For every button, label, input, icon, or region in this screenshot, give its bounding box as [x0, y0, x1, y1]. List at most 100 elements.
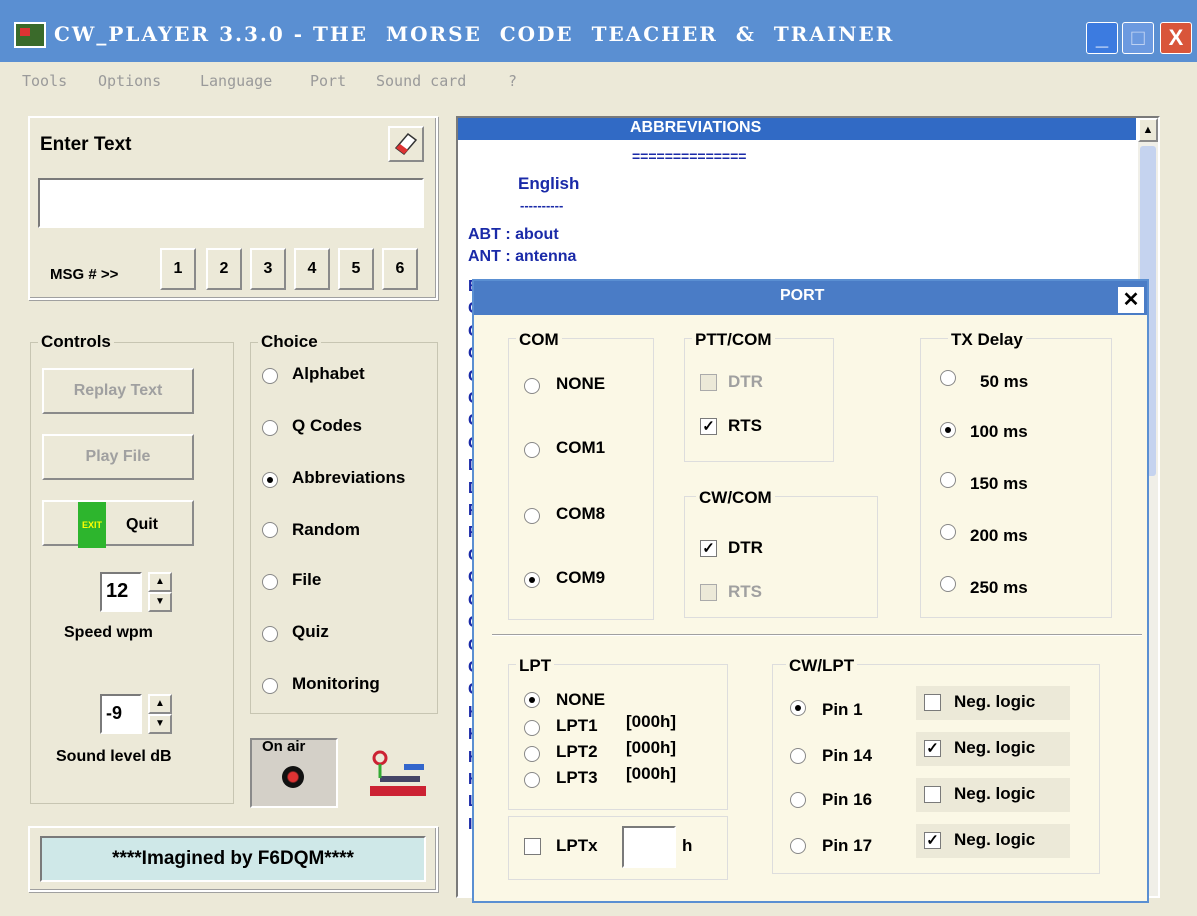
com-com8-radio[interactable] [524, 508, 540, 524]
com-none-radio[interactable] [524, 378, 540, 394]
menu-sound-card[interactable]: Sound card [376, 72, 466, 90]
choice-file-radio[interactable] [262, 574, 278, 590]
menu-language[interactable]: Language [200, 72, 272, 90]
txdelay-200-label[interactable]: 200 ms [970, 526, 1028, 546]
lpt-none-radio[interactable] [524, 692, 540, 708]
lptx-address-input[interactable] [622, 826, 676, 868]
lpt2-radio[interactable] [524, 746, 540, 762]
pin17-radio[interactable] [790, 838, 806, 854]
choice-quiz-radio[interactable] [262, 626, 278, 642]
choice-alphabet-label[interactable]: Alphabet [292, 364, 365, 384]
ptt-rts-checkbox[interactable]: ✓ [700, 418, 717, 435]
cw-rts-checkbox[interactable] [700, 584, 717, 601]
scroll-up-button[interactable]: ▲ [1138, 118, 1158, 142]
pin14-radio[interactable] [790, 748, 806, 764]
msg-button-4[interactable]: 4 [294, 248, 330, 290]
com-com1-radio[interactable] [524, 442, 540, 458]
lptx-label[interactable]: LPTx [556, 836, 598, 856]
choice-monitoring-radio[interactable] [262, 678, 278, 694]
neg-logic-3-label[interactable]: Neg. logic [954, 784, 1035, 804]
menu-port[interactable]: Port [310, 72, 346, 90]
ptt-rts-label[interactable]: RTS [728, 416, 762, 436]
msg-button-5[interactable]: 5 [338, 248, 374, 290]
replay-text-button[interactable]: Replay Text [42, 368, 194, 414]
neg-logic-1-checkbox[interactable] [924, 694, 941, 711]
txdelay-100-radio[interactable] [940, 422, 956, 438]
pin14-label[interactable]: Pin 14 [822, 746, 872, 766]
lpt1-label[interactable]: LPT1 [556, 716, 598, 736]
cw-dtr-label[interactable]: DTR [728, 538, 763, 558]
choice-monitoring-label[interactable]: Monitoring [292, 674, 380, 694]
lpt2-label[interactable]: LPT2 [556, 742, 598, 762]
txdelay-150-label[interactable]: 150 ms [970, 474, 1028, 494]
app-icon [14, 22, 46, 48]
pin1-label[interactable]: Pin 1 [822, 700, 863, 720]
choice-abbreviations-label[interactable]: Abbreviations [292, 468, 405, 488]
lpt3-label[interactable]: LPT3 [556, 768, 598, 788]
cw-rts-label[interactable]: RTS [728, 582, 762, 602]
msg-button-3[interactable]: 3 [250, 248, 286, 290]
exit-icon: EXIT [77, 502, 106, 548]
txdelay-250-radio[interactable] [940, 576, 956, 592]
choice-qcodes-label[interactable]: Q Codes [292, 416, 362, 436]
choice-alphabet-radio[interactable] [262, 368, 278, 384]
pin16-radio[interactable] [790, 792, 806, 808]
com-none-label[interactable]: NONE [556, 374, 605, 394]
ptt-dtr-label[interactable]: DTR [728, 372, 763, 392]
txdelay-250-label[interactable]: 250 ms [970, 578, 1028, 598]
play-file-button[interactable]: Play File [42, 434, 194, 480]
morse-key-icon [364, 746, 430, 802]
minimize-button[interactable]: _ [1086, 22, 1118, 54]
com-com1-label[interactable]: COM1 [556, 438, 605, 458]
msg-button-6[interactable]: 6 [382, 248, 418, 290]
cw-dtr-checkbox[interactable]: ✓ [700, 540, 717, 557]
choice-qcodes-radio[interactable] [262, 420, 278, 436]
lpt3-radio[interactable] [524, 772, 540, 788]
msg-button-2[interactable]: 2 [206, 248, 242, 290]
neg-logic-4-checkbox[interactable]: ✓ [924, 832, 941, 849]
port-separator [492, 634, 1142, 636]
sound-up-button[interactable]: ▲ [148, 694, 172, 714]
txdelay-50-label[interactable]: 50 ms [980, 372, 1028, 392]
pin16-label[interactable]: Pin 16 [822, 790, 872, 810]
text-input[interactable] [38, 178, 424, 228]
speed-value[interactable]: 12 [100, 572, 142, 612]
ptt-dtr-checkbox[interactable] [700, 374, 717, 391]
com-com9-label[interactable]: COM9 [556, 568, 605, 588]
neg-logic-3-checkbox[interactable] [924, 786, 941, 803]
speed-up-button[interactable]: ▲ [148, 572, 172, 592]
lpt1-radio[interactable] [524, 720, 540, 736]
choice-quiz-label[interactable]: Quiz [292, 622, 329, 642]
lptx-checkbox[interactable] [524, 838, 541, 855]
neg-logic-4-label[interactable]: Neg. logic [954, 830, 1035, 850]
port-close-button[interactable]: ✕ [1118, 287, 1144, 313]
menu-help[interactable]: ? [508, 72, 517, 90]
close-button[interactable]: X [1160, 22, 1192, 54]
maximize-button[interactable]: □ [1122, 22, 1154, 54]
choice-file-label[interactable]: File [292, 570, 321, 590]
choice-abbreviations-radio[interactable] [262, 472, 278, 488]
speed-down-button[interactable]: ▼ [148, 592, 172, 612]
quit-button[interactable]: EXIT Quit [42, 500, 194, 548]
com-com9-radio[interactable] [524, 572, 540, 588]
lpt-none-label[interactable]: NONE [556, 690, 605, 710]
menu-options[interactable]: Options [98, 72, 161, 90]
neg-logic-2-checkbox[interactable]: ✓ [924, 740, 941, 757]
msg-button-1[interactable]: 1 [160, 248, 196, 290]
pin17-label[interactable]: Pin 17 [822, 836, 872, 856]
txdelay-100-label[interactable]: 100 ms [970, 422, 1028, 442]
neg-logic-2-label[interactable]: Neg. logic [954, 738, 1035, 758]
txdelay-200-radio[interactable] [940, 524, 956, 540]
menu-tools[interactable]: Tools [22, 72, 67, 90]
clear-eraser-button[interactable] [388, 126, 424, 162]
sound-level-value[interactable]: -9 [100, 694, 142, 734]
sound-down-button[interactable]: ▼ [148, 714, 172, 734]
choice-random-label[interactable]: Random [292, 520, 360, 540]
choice-random-radio[interactable] [262, 522, 278, 538]
txdelay-150-radio[interactable] [940, 472, 956, 488]
neg-logic-1-label[interactable]: Neg. logic [954, 692, 1035, 712]
abbreviations-title: ABBREVIATIONS [630, 119, 762, 136]
com-com8-label[interactable]: COM8 [556, 504, 605, 524]
txdelay-50-radio[interactable] [940, 370, 956, 386]
pin1-radio[interactable] [790, 700, 806, 716]
